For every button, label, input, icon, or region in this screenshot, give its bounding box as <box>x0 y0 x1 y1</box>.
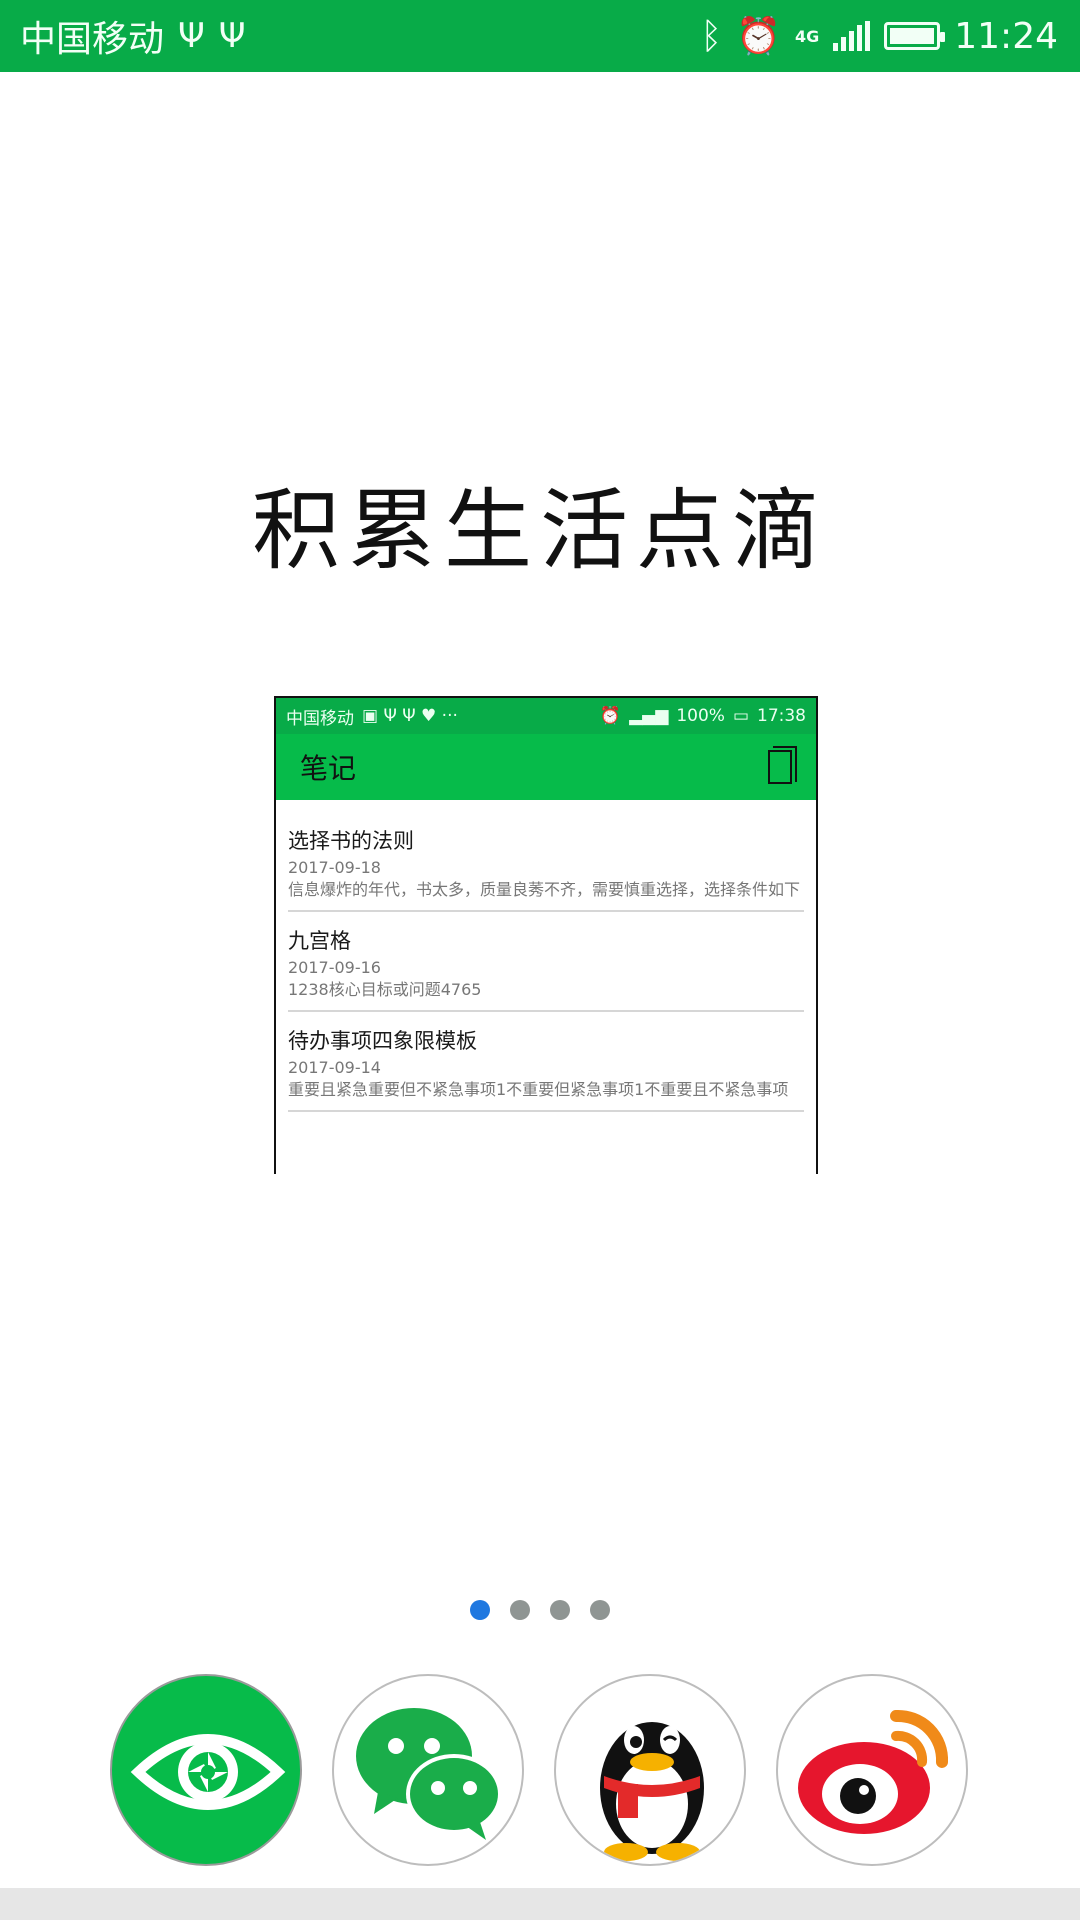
weibo-login-button[interactable] <box>776 1674 968 1866</box>
note-date: 2017-09-14 <box>288 1058 381 1077</box>
page-dot-4[interactable] <box>590 1600 610 1620</box>
note-title: 九宫格 <box>288 929 351 953</box>
list-item: 九宫格 2017-09-16 1238核心目标或问题4765 <box>288 912 804 1012</box>
preview-status-bar: 中国移动 ▣ Ψ Ψ ♥ ··· ⏰ ▂▄▆ 100% ▭ 17:38 <box>276 698 816 734</box>
page-indicator <box>0 1600 1080 1620</box>
preview-note-list: 选择书的法则 2017-09-18 信息爆炸的年代，书太多，质量良莠不齐，需要慎… <box>276 800 816 1112</box>
list-item: 选择书的法则 2017-09-18 信息爆炸的年代，书太多，质量良莠不齐，需要慎… <box>288 800 804 912</box>
note-title: 选择书的法则 <box>288 829 414 853</box>
onboarding-headline: 积累生活点滴 <box>251 479 828 582</box>
qq-penguin-icon <box>600 1722 704 1861</box>
note-date: 2017-09-16 <box>288 958 381 977</box>
network-type: 4G <box>794 26 820 46</box>
app-preview: 中国移动 ▣ Ψ Ψ ♥ ··· ⏰ ▂▄▆ 100% ▭ 17:38 笔记 选… <box>274 696 818 1174</box>
preview-clock: 17:38 <box>757 706 806 726</box>
bluetooth-icon: ᛒ <box>700 15 723 57</box>
note-body: 信息爆炸的年代，书太多，质量良莠不齐，需要慎重选择，选择条件如下 <box>288 880 801 899</box>
usb-icon: Ψ <box>178 16 205 56</box>
page-dot-3[interactable] <box>550 1600 570 1620</box>
preview-toolbar: 笔记 <box>276 734 816 800</box>
page-dot-2[interactable] <box>510 1600 530 1620</box>
note-title: 待办事项四象限模板 <box>288 1029 477 1053</box>
guest-enter-button[interactable] <box>110 1674 302 1866</box>
preview-signal-icon: ▂▄▆ <box>629 706 669 726</box>
preview-battery-icon: ▭ <box>732 706 749 726</box>
note-date: 2017-09-18 <box>288 858 381 877</box>
signal-icon <box>833 21 871 51</box>
login-options <box>110 1674 970 1866</box>
status-bar: 中国移动 Ψ Ψ ᛒ ⏰ 4G 11:24 <box>0 0 1080 72</box>
notebook-icon <box>768 746 797 784</box>
clock: 11:24 <box>954 15 1058 57</box>
alarm-icon: ⏰ <box>736 16 781 57</box>
preview-carrier: 中国移动 <box>286 708 354 729</box>
preview-notification-icons: ▣ Ψ Ψ ♥ ··· <box>362 706 458 726</box>
eye-icon <box>130 1734 286 1810</box>
note-body: 重要且紧急重要但不紧急事项1不重要但紧急事项1不重要且不紧急事项 <box>288 1080 789 1099</box>
page-dot-1[interactable] <box>470 1600 490 1620</box>
wechat-login-button[interactable] <box>332 1674 524 1866</box>
weibo-icon <box>798 1709 949 1834</box>
preview-alarm-icon: ⏰ <box>599 706 622 726</box>
preview-title: 笔记 <box>300 752 357 785</box>
carrier-label: 中国移动 <box>20 19 165 60</box>
battery-icon <box>884 22 946 50</box>
note-body: 1238核心目标或问题4765 <box>288 980 482 999</box>
list-item: 待办事项四象限模板 2017-09-14 重要且紧急重要但不紧急事项1不重要但紧… <box>288 1012 804 1112</box>
navigation-bar <box>0 1888 1080 1920</box>
usb-icon: Ψ <box>218 16 246 56</box>
qq-login-button[interactable] <box>554 1674 746 1866</box>
preview-battery-percent: 100% <box>676 706 725 726</box>
wechat-icon <box>356 1708 502 1840</box>
